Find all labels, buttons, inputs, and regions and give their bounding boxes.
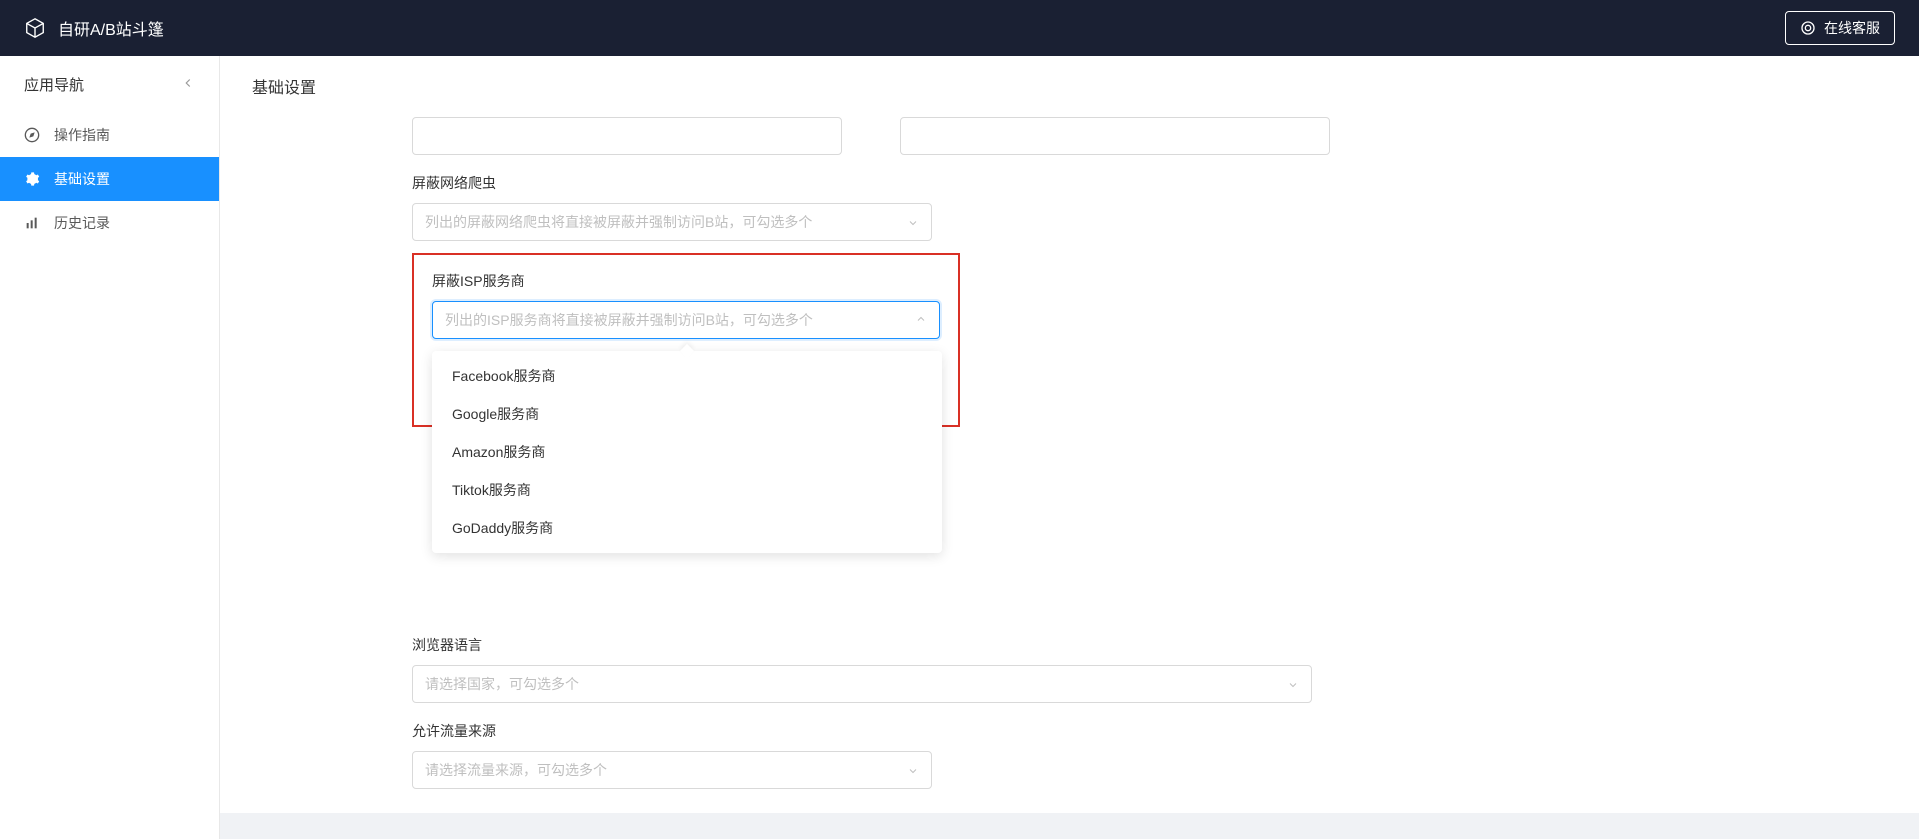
content-card: 基础设置 屏蔽网络爬虫 列出的屏蔽网络爬虫将直接被屏蔽并强制访问B站，可勾选多个 [220, 56, 1919, 813]
browser-lang-label: 浏览器语言 [412, 635, 1887, 655]
content-header: 基础设置 [220, 56, 1919, 117]
sidebar-item-label: 历史记录 [54, 213, 110, 233]
chevron-up-icon [915, 314, 927, 326]
block-isp-label: 屏蔽ISP服务商 [432, 271, 940, 291]
sidebar-item-label: 基础设置 [54, 169, 110, 189]
block-isp-placeholder: 列出的ISP服务商将直接被屏蔽并强制访问B站，可勾选多个 [445, 310, 813, 330]
gear-icon [24, 171, 40, 187]
top-row [412, 117, 1887, 155]
sidebar-item-guide[interactable]: 操作指南 [0, 113, 219, 157]
block-crawler-select[interactable]: 列出的屏蔽网络爬虫将直接被屏蔽并强制访问B站，可勾选多个 [412, 203, 932, 241]
chevron-down-icon [907, 764, 919, 776]
allow-traffic-placeholder: 请选择流量来源，可勾选多个 [425, 760, 607, 780]
main: 基础设置 屏蔽网络爬虫 列出的屏蔽网络爬虫将直接被屏蔽并强制访问B站，可勾选多个 [220, 56, 1919, 839]
headset-icon [1800, 20, 1816, 36]
layout: 应用导航 操作指南 [0, 56, 1919, 839]
sidebar-item-settings[interactable]: 基础设置 [0, 157, 219, 201]
isp-option-google[interactable]: Google服务商 [432, 395, 942, 433]
isp-dropdown: Facebook服务商 Google服务商 Amazon服务商 Tiktok服务… [432, 351, 942, 553]
compass-icon [24, 127, 40, 143]
allow-traffic-label: 允许流量来源 [412, 721, 1887, 741]
sidebar-nav-title: 应用导航 [24, 74, 84, 95]
block-isp-select[interactable]: 列出的ISP服务商将直接被屏蔽并强制访问B站，可勾选多个 [432, 301, 940, 339]
dropdown-notch [680, 344, 694, 358]
sidebar-menu: 操作指南 基础设置 历史记录 [0, 113, 219, 245]
header: 自研A/B站斗篷 在线客服 [0, 0, 1919, 56]
header-left: 自研A/B站斗篷 [24, 16, 164, 40]
browser-lang-placeholder: 请选择国家，可勾选多个 [425, 674, 579, 694]
chevron-down-icon [1287, 678, 1299, 690]
page-title: 基础设置 [252, 74, 1887, 98]
allow-traffic-select[interactable]: 请选择流量来源，可勾选多个 [412, 751, 932, 789]
sidebar-item-label: 操作指南 [54, 125, 110, 145]
block-crawler-placeholder: 列出的屏蔽网络爬虫将直接被屏蔽并强制访问B站，可勾选多个 [425, 212, 812, 232]
sidebar: 应用导航 操作指南 [0, 56, 220, 839]
isp-option-godaddy[interactable]: GoDaddy服务商 [432, 509, 942, 547]
app-title: 自研A/B站斗篷 [58, 16, 164, 40]
empty-select-right[interactable] [900, 117, 1330, 155]
customer-service-button[interactable]: 在线客服 [1785, 11, 1895, 45]
sidebar-header: 应用导航 [0, 56, 219, 113]
content-body: 屏蔽网络爬虫 列出的屏蔽网络爬虫将直接被屏蔽并强制访问B站，可勾选多个 屏蔽IS… [220, 117, 1919, 813]
customer-service-label: 在线客服 [1824, 18, 1880, 38]
sidebar-item-history[interactable]: 历史记录 [0, 201, 219, 245]
browser-lang-select[interactable]: 请选择国家，可勾选多个 [412, 665, 1312, 703]
empty-select-left[interactable] [412, 117, 842, 155]
cube-icon [24, 17, 46, 39]
chevron-down-icon [907, 216, 919, 228]
chart-icon [24, 215, 40, 231]
header-right: 在线客服 [1785, 11, 1895, 45]
collapse-icon[interactable] [181, 76, 195, 94]
isp-option-tiktok[interactable]: Tiktok服务商 [432, 471, 942, 509]
isp-highlight-box: 屏蔽ISP服务商 列出的ISP服务商将直接被屏蔽并强制访问B站，可勾选多个 Fa… [412, 253, 960, 427]
isp-option-facebook[interactable]: Facebook服务商 [432, 357, 942, 395]
isp-option-amazon[interactable]: Amazon服务商 [432, 433, 942, 471]
block-crawler-label: 屏蔽网络爬虫 [412, 173, 1887, 193]
